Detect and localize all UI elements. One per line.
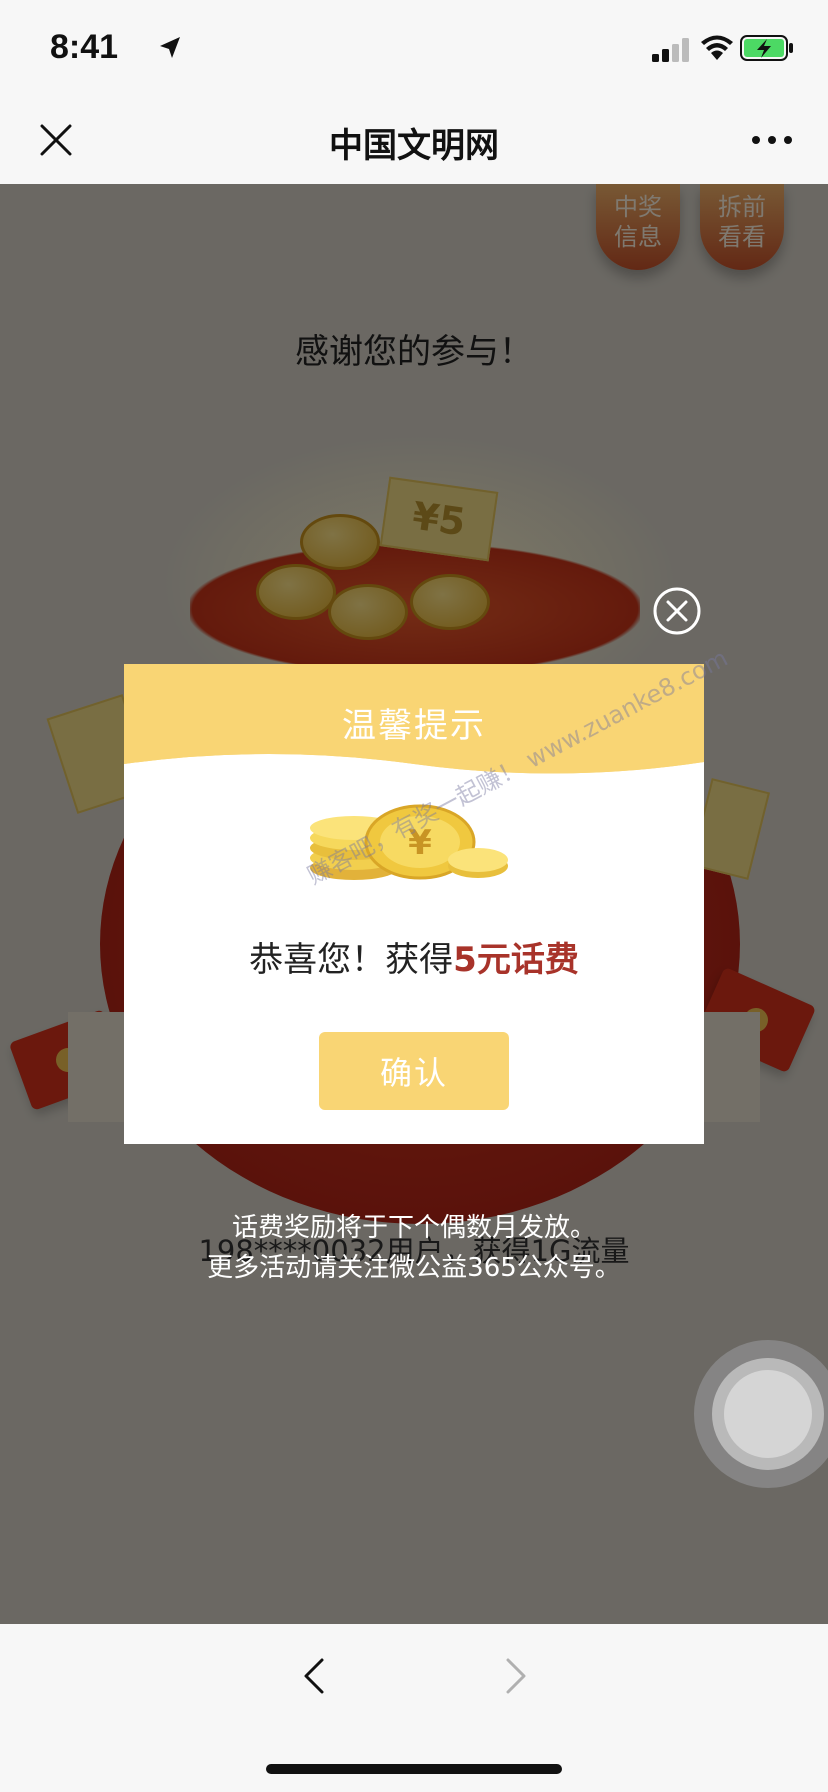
page-title: 中国文明网 (329, 126, 499, 166)
notice-text: 话费奖励将于下个偶数月发放。 更多活动请关注微公益365公众号。 (0, 1208, 828, 1288)
confirm-button[interactable]: 确认 (319, 1032, 509, 1110)
more-icon[interactable] (750, 128, 794, 152)
location-arrow-icon (160, 37, 180, 58)
forward-arrow-icon[interactable] (502, 1656, 530, 1696)
wave-decoration (124, 744, 704, 794)
modal-close-icon[interactable] (652, 586, 702, 636)
congrats-text: 恭喜您！获得5元话费 (124, 932, 704, 981)
notice-line-1: 话费奖励将于下个偶数月发放。 (231, 1213, 596, 1243)
prize-modal: 温馨提示 ¥ 恭喜您！获得5元话费 确认 (124, 664, 704, 1144)
screen: 8:41 中国文明网 中奖 信息 拆前 看看 感谢您的参与！ (0, 0, 828, 1792)
notice-line-2: 更多活动请关注微公益365公众号。 (207, 1253, 621, 1283)
prize-amount: 5元话费 (453, 940, 579, 980)
battery-charging-icon (740, 35, 793, 61)
floating-assistive-button[interactable] (692, 1338, 828, 1490)
wifi-icon (701, 35, 733, 60)
back-arrow-icon[interactable] (300, 1656, 328, 1696)
status-time: 8:41 (50, 28, 119, 66)
home-indicator (266, 1764, 562, 1774)
congrats-prefix: 恭喜您！获得 (249, 940, 454, 980)
signal-icon (652, 38, 689, 62)
